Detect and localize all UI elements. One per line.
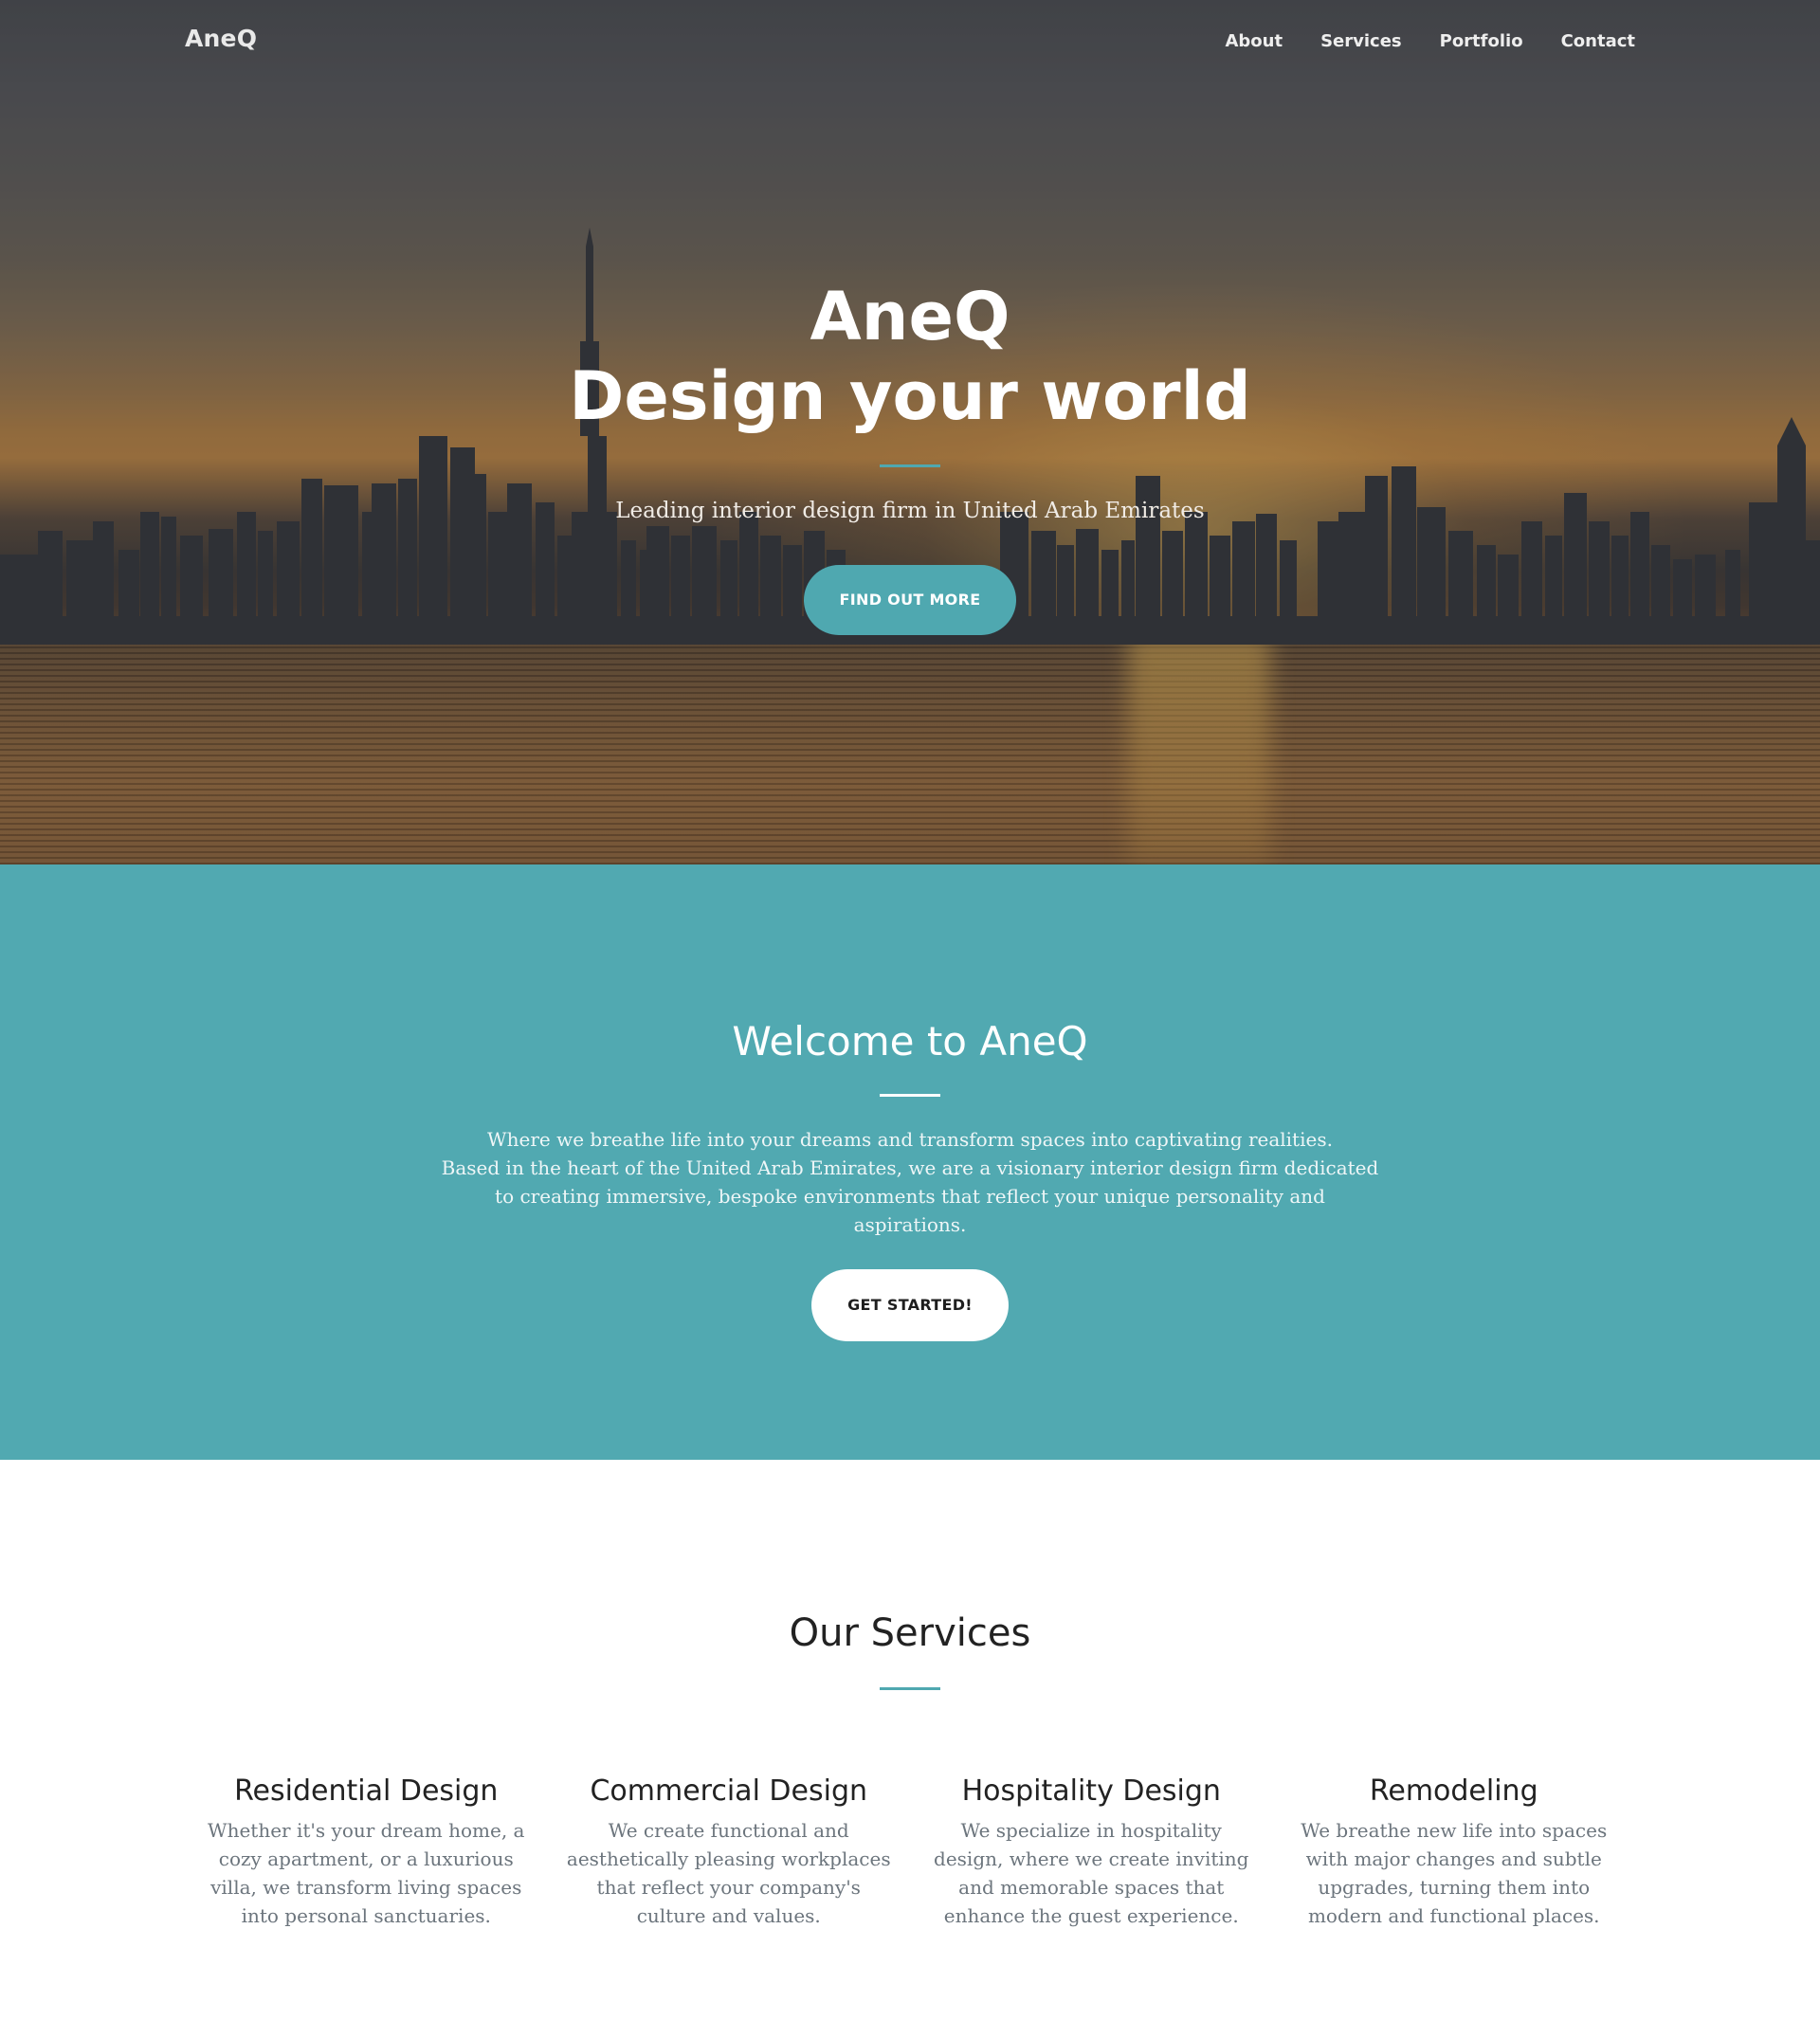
service-title: Commercial Design <box>590 1774 868 1808</box>
service-description: We create functional and aesthetically p… <box>566 1819 891 1927</box>
nav-link-services[interactable]: Services <box>1320 31 1402 51</box>
service-description: We breathe new life into spaces with maj… <box>1301 1819 1608 1927</box>
welcome-text-line1: Where we breathe life into your dreams a… <box>487 1128 1333 1151</box>
hero-title-line1: AneQ <box>810 278 1010 355</box>
hero-content: AneQ Design your world Leading interior … <box>0 277 1820 635</box>
brand-logo[interactable]: AneQ <box>185 25 257 52</box>
service-grid: Residential Design Whether it's your dre… <box>185 1773 1635 1930</box>
hero-title-line2: Design your world <box>569 357 1251 435</box>
service-description: Whether it's your dream home, a cozy apa… <box>208 1819 525 1927</box>
hero-section: AneQ About Services Portfolio Contact An… <box>0 0 1820 864</box>
top-navbar: AneQ About Services Portfolio Contact <box>0 0 1820 85</box>
hero-subtitle: Leading interior design firm in United A… <box>615 499 1205 523</box>
service-title: Residential Design <box>234 1774 499 1808</box>
nav-links: About Services Portfolio Contact <box>1225 31 1635 51</box>
nav-link-portfolio[interactable]: Portfolio <box>1440 31 1523 51</box>
nav-link-about[interactable]: About <box>1225 31 1283 51</box>
welcome-text: Where we breathe life into your dreams a… <box>436 1125 1384 1239</box>
service-title: Remodeling <box>1369 1774 1538 1808</box>
hero-title: AneQ Design your world <box>0 277 1820 436</box>
service-card-residential: Residential Design Whether it's your dre… <box>185 1773 548 1930</box>
services-section: Our Services Residential Design Whether … <box>0 1460 1820 2038</box>
nav-link-contact[interactable]: Contact <box>1561 31 1635 51</box>
service-card-commercial: Commercial Design We create functional a… <box>548 1773 911 1930</box>
services-divider <box>880 1687 940 1690</box>
welcome-title: Welcome to AneQ <box>732 1018 1088 1064</box>
welcome-divider <box>880 1094 940 1097</box>
service-title: Hospitality Design <box>961 1774 1221 1808</box>
get-started-button[interactable]: GET STARTED! <box>811 1269 1009 1341</box>
hero-divider <box>880 464 940 467</box>
welcome-section: Welcome to AneQ Where we breathe life in… <box>0 864 1820 1460</box>
services-title: Our Services <box>789 1611 1031 1655</box>
find-out-more-button[interactable]: FIND OUT MORE <box>804 565 1016 635</box>
service-card-remodeling: Remodeling We breathe new life into spac… <box>1273 1773 1636 1930</box>
service-card-hospitality: Hospitality Design We specialize in hosp… <box>910 1773 1273 1930</box>
service-description: We specialize in hospitality design, whe… <box>934 1819 1249 1927</box>
welcome-text-line2: Based in the heart of the United Arab Em… <box>441 1156 1379 1236</box>
